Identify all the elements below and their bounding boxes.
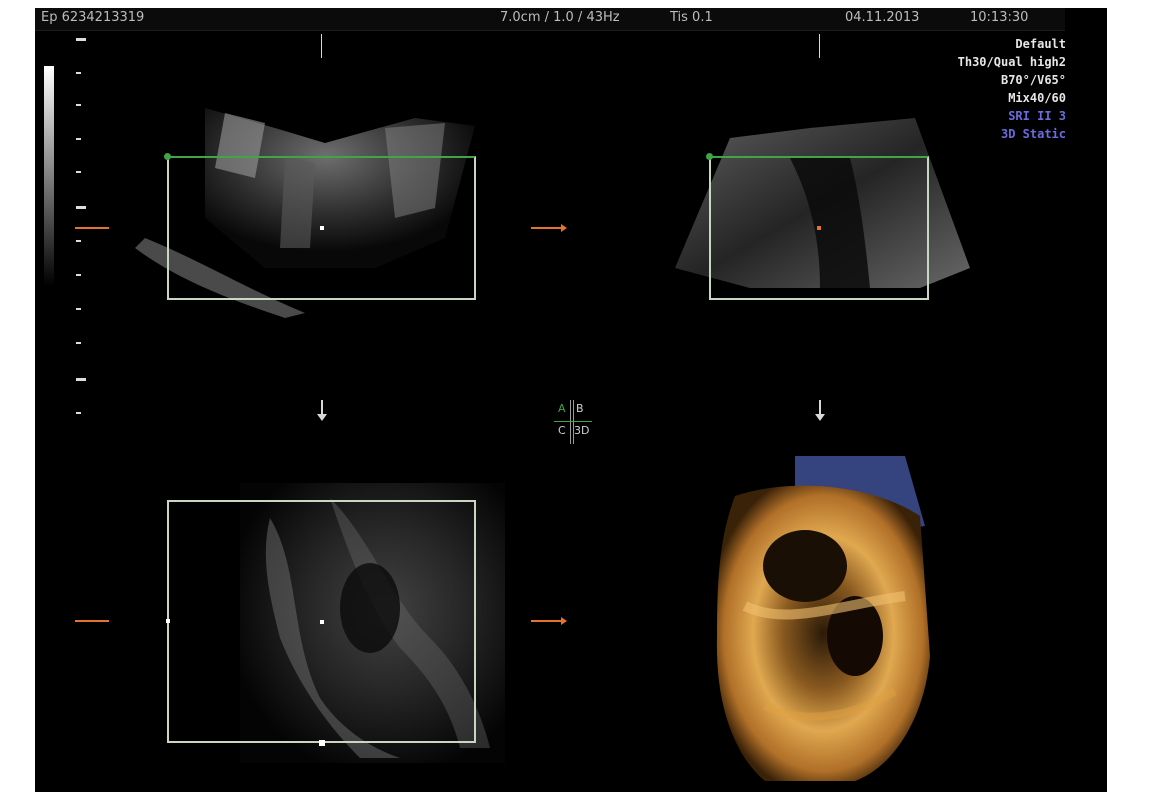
plane-c-left-handle[interactable] <box>166 619 170 623</box>
legend-3d: 3D <box>574 424 590 437</box>
exam-time: 10:13:30 <box>970 10 1029 25</box>
plane-a-roi-handle[interactable] <box>164 153 171 160</box>
param-threshold-quality: Th30/Qual high2 <box>957 55 1066 69</box>
plane-b-left-arrow <box>531 224 567 232</box>
view-layout-legend: A B C 3D <box>544 400 600 444</box>
legend-a: A <box>558 402 566 415</box>
legend-b: B <box>576 402 584 415</box>
plane-b-bottom-arrow <box>815 400 825 421</box>
patient-id: Ep 6234213319 <box>41 10 145 25</box>
plane-b-center-dot <box>817 226 821 230</box>
plane-a-top-marker <box>321 34 322 58</box>
probe-info: 7.0cm / 1.0 / 43Hz <box>500 10 620 25</box>
param-preset: Default <box>1015 37 1066 51</box>
plane-c-bottom-handle[interactable] <box>319 740 325 746</box>
param-mix: Mix40/60 <box>1008 91 1066 105</box>
plane-c-left-marker <box>75 620 109 622</box>
plane-a-center-dot <box>320 226 324 230</box>
tis-value: Tis 0.1 <box>670 10 713 25</box>
top-status-bar: Ep 6234213319 7.0cm / 1.0 / 43Hz Tis 0.1… <box>35 8 1065 31</box>
grayscale-bar <box>44 66 54 286</box>
render-left-arrow <box>531 617 567 625</box>
plane-b-top-marker <box>819 34 820 58</box>
plane-c-center-dot <box>320 620 324 624</box>
ultrasound-screen: Ep 6234213319 7.0cm / 1.0 / 43Hz Tis 0.1… <box>35 8 1107 792</box>
render-3d-image <box>716 456 930 781</box>
plane-a-bottom-arrow <box>317 400 327 421</box>
plane-b-roi-handle[interactable] <box>706 153 713 160</box>
param-angles: B70°/V65° <box>1000 73 1066 87</box>
plane-a-left-marker <box>75 227 109 229</box>
exam-date: 04.11.2013 <box>845 10 920 25</box>
legend-c: C <box>558 424 566 437</box>
